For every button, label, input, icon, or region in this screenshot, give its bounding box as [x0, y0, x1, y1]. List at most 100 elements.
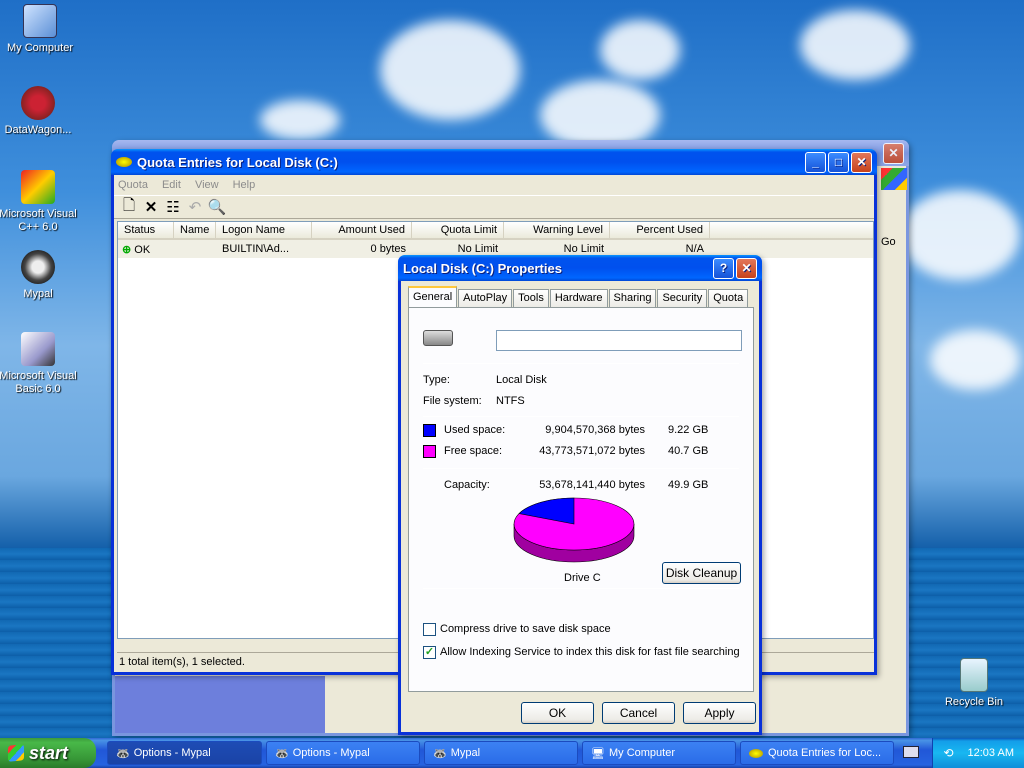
menu-view[interactable]: View	[195, 179, 219, 191]
quota-list-header: Status Name Logon Name Amount Used Quota…	[118, 222, 873, 240]
col-status[interactable]: Status	[118, 222, 174, 238]
mypal-icon: 🦝	[275, 747, 289, 760]
disk-icon	[116, 157, 132, 167]
taskbar-item-my-computer[interactable]: 🖥 My Computer	[582, 741, 736, 765]
col-warning-level[interactable]: Warning Level	[504, 222, 610, 238]
recycle-bin-icon	[960, 658, 988, 692]
used-bytes: 9,904,570,368 bytes	[545, 424, 645, 436]
used-label: Used space:	[444, 424, 506, 436]
undo-icon[interactable]: ↶	[184, 197, 206, 217]
taskbar: start 🦝 Options - Mypal 🦝 Options - Mypal …	[0, 738, 1024, 768]
delete-icon[interactable]: ✕	[140, 197, 162, 217]
quota-cell: No Limit	[457, 243, 498, 255]
compress-label: Compress drive to save disk space	[440, 623, 611, 635]
windows-logo-icon	[881, 168, 907, 190]
desktop-icon-recycle-bin[interactable]: Recycle Bin	[934, 658, 1014, 709]
tab-hardware[interactable]: Hardware	[549, 289, 608, 307]
tab-autoplay[interactable]: AutoPlay	[458, 289, 513, 307]
desktop-icon-mypal[interactable]: Mypal	[0, 250, 78, 301]
col-name[interactable]: Name	[174, 222, 216, 238]
windows-flag-icon	[8, 744, 24, 762]
free-color-swatch	[423, 445, 436, 458]
computer-icon: 🖥	[591, 747, 605, 760]
apply-button[interactable]: Apply	[683, 702, 756, 724]
drive-label: Drive C	[564, 572, 601, 584]
background-window-panel	[115, 676, 325, 733]
properties-title: Local Disk (C:) Properties	[403, 260, 562, 276]
free-label: Free space:	[444, 445, 503, 457]
properties-dialog: Local Disk (C:) Properties ? ✕ General A…	[398, 255, 762, 735]
mypal-raccoon-icon	[21, 250, 55, 284]
cloud	[900, 190, 1020, 280]
separator	[423, 416, 739, 417]
cancel-button[interactable]: Cancel	[602, 702, 675, 724]
close-icon[interactable]: ✕	[851, 151, 872, 173]
disk-usage-pie-chart	[513, 497, 635, 563]
mypal-icon: 🦝	[433, 747, 447, 760]
disk-icon	[749, 748, 763, 758]
datawagon-icon	[21, 86, 55, 120]
used-gb: 9.22 GB	[668, 424, 709, 436]
amount-cell: 0 bytes	[370, 243, 406, 255]
tab-quota[interactable]: Quota	[708, 289, 749, 307]
disk-cleanup-button[interactable]: Disk Cleanup	[662, 562, 741, 584]
tab-security[interactable]: Security	[657, 289, 708, 307]
separator	[423, 588, 739, 589]
warning-cell: No Limit	[563, 243, 604, 255]
compress-checkbox[interactable]	[423, 623, 436, 636]
menu-help[interactable]: Help	[233, 179, 256, 191]
network-icon[interactable]: ⟲	[943, 746, 953, 760]
fs-label: File system:	[423, 395, 482, 407]
maximize-icon[interactable]: □	[828, 151, 849, 173]
go-button[interactable]: Go	[881, 236, 896, 248]
tab-general[interactable]: General	[408, 286, 458, 307]
system-tray: ⟲ 12:03 AM	[932, 738, 1024, 768]
keyboard-icon[interactable]	[903, 746, 919, 758]
clock[interactable]: 12:03 AM	[968, 747, 1014, 759]
cloud	[600, 20, 680, 80]
menu-edit[interactable]: Edit	[162, 179, 181, 191]
col-amount-used[interactable]: Amount Used	[312, 222, 412, 238]
capacity-label: Capacity:	[444, 479, 490, 491]
desktop-icon-datawagon[interactable]: DataWagon...	[0, 86, 78, 137]
capacity-gb: 49.9 GB	[668, 479, 709, 491]
tab-tools[interactable]: Tools	[513, 289, 549, 307]
visual-basic-icon	[21, 332, 55, 366]
cloud	[260, 100, 340, 140]
status-text: 1 total item(s), 1 selected.	[119, 656, 245, 668]
indexing-checkbox[interactable]: ✓	[423, 646, 436, 659]
col-percent-used[interactable]: Percent Used	[610, 222, 710, 238]
separator	[423, 468, 739, 469]
minimize-icon[interactable]: _	[805, 151, 826, 173]
new-entry-icon[interactable]: 🗋	[118, 197, 140, 217]
quota-window-titlebar: Quota Entries for Local Disk (C:) _ □ ✕	[111, 149, 877, 175]
capacity-bytes: 53,678,141,440 bytes	[539, 479, 645, 491]
drive-name-input[interactable]	[496, 330, 742, 351]
cloud	[930, 330, 1020, 390]
col-quota-limit[interactable]: Quota Limit	[412, 222, 504, 238]
type-label: Type:	[423, 374, 450, 386]
desktop-icon-visual-basic[interactable]: Microsoft Visual Basic 6.0	[0, 332, 78, 396]
computer-icon	[23, 4, 57, 38]
desktop-icon-my-computer[interactable]: My Computer	[0, 4, 80, 55]
free-gb: 40.7 GB	[668, 445, 709, 457]
help-icon[interactable]: ?	[713, 257, 734, 279]
taskbar-item-quota-entries[interactable]: Quota Entries for Loc...	[740, 741, 894, 765]
taskbar-item-mypal[interactable]: 🦝 Mypal	[424, 741, 578, 765]
col-logon-name[interactable]: Logon Name	[216, 222, 312, 238]
tab-sharing[interactable]: Sharing	[608, 289, 657, 307]
quota-menubar: Quota Edit View Help	[114, 175, 874, 195]
properties-icon[interactable]: ☷	[162, 197, 184, 217]
close-icon[interactable]: ✕	[883, 142, 904, 164]
taskbar-item-options-mypal-1[interactable]: 🦝 Options - Mypal	[107, 741, 262, 765]
start-button[interactable]: start	[0, 738, 96, 768]
ok-button[interactable]: OK	[521, 702, 594, 724]
find-icon[interactable]: 🔍	[206, 197, 228, 217]
menu-quota[interactable]: Quota	[118, 179, 148, 191]
free-bytes: 43,773,571,072 bytes	[539, 445, 645, 457]
taskbar-item-options-mypal-2[interactable]: 🦝 Options - Mypal	[266, 741, 420, 765]
desktop-icon-visual-cpp[interactable]: Microsoft Visual C++ 6.0	[0, 170, 78, 234]
close-icon[interactable]: ✕	[736, 257, 757, 279]
indexing-label: Allow Indexing Service to index this dis…	[440, 646, 740, 658]
mypal-icon: 🦝	[116, 747, 130, 760]
